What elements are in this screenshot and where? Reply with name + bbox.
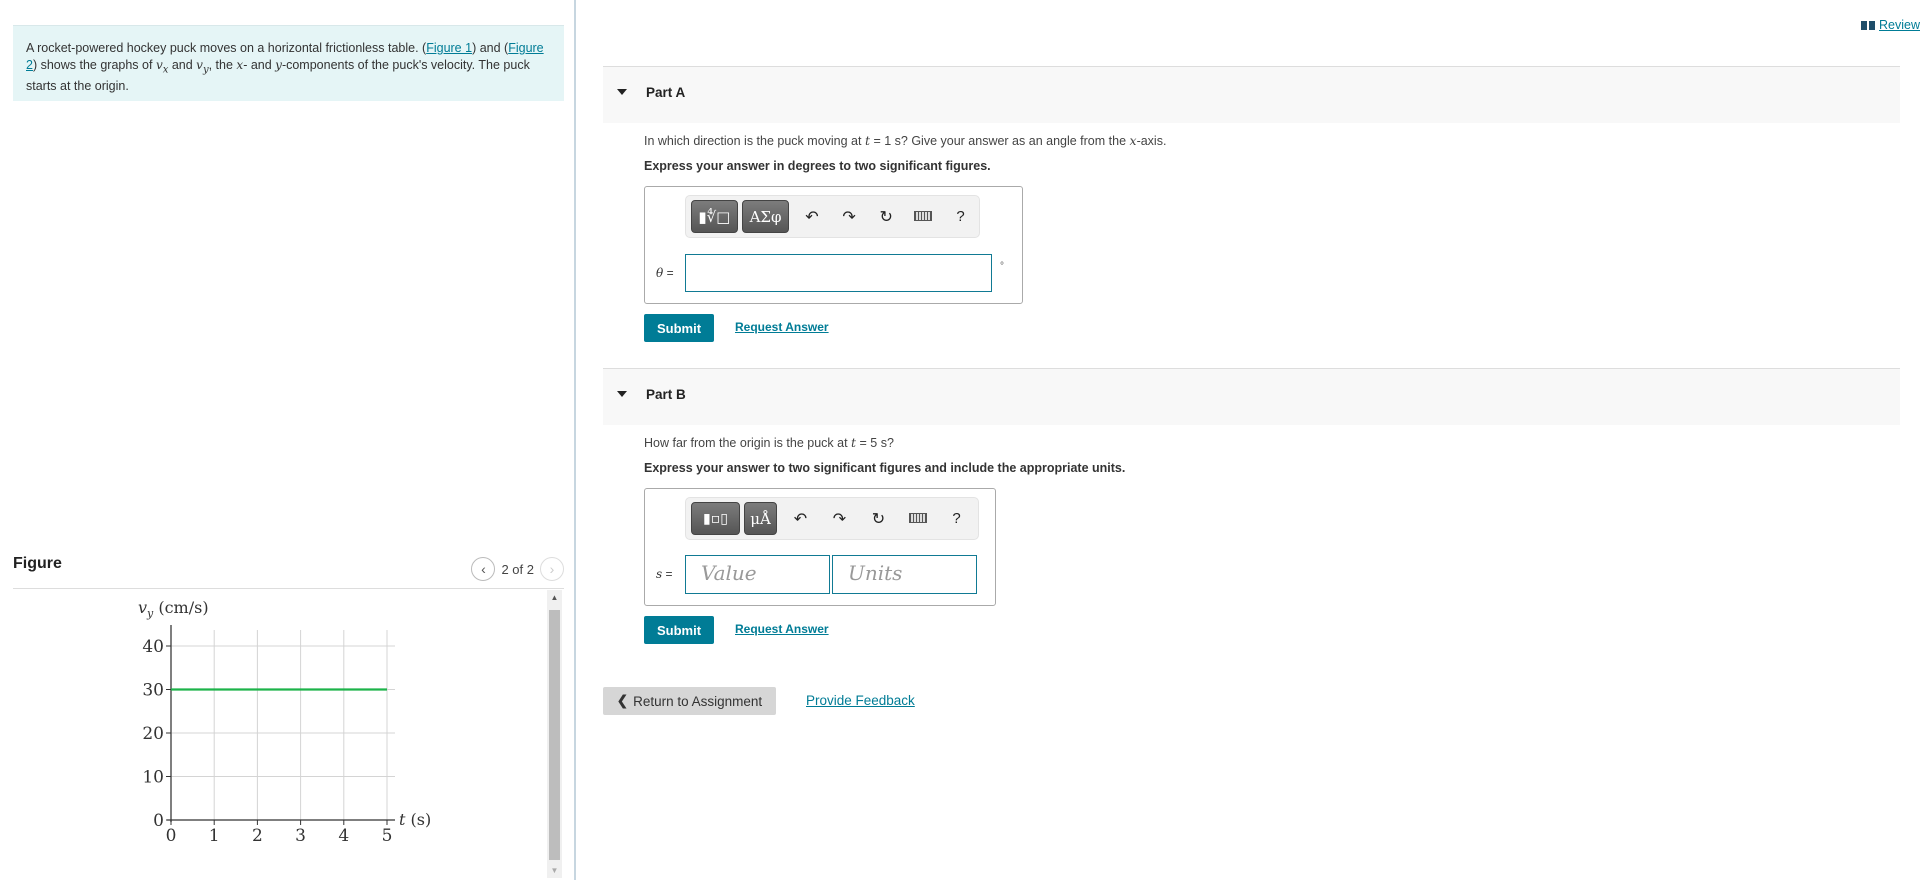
intro-text: ) and (: [472, 41, 509, 55]
review-link[interactable]: Review: [1861, 18, 1920, 32]
x-tick-label: 3: [295, 826, 306, 846]
provide-feedback-link[interactable]: Provide Feedback: [806, 693, 915, 708]
keyboard-icon[interactable]: [905, 208, 942, 226]
book-icon: [1861, 20, 1875, 30]
help-icon[interactable]: ?: [942, 208, 979, 225]
scroll-up-icon[interactable]: ▲: [547, 590, 562, 605]
keyboard-icon[interactable]: [898, 510, 937, 528]
degree-unit: °: [1000, 261, 1004, 272]
redo-icon[interactable]: ↷: [820, 509, 859, 529]
greek-symbols-button[interactable]: ΑΣφ: [741, 200, 790, 233]
chevron-left-icon: ❮: [616, 693, 629, 708]
theta-input[interactable]: [685, 254, 992, 292]
y-tick-label: 10: [142, 768, 164, 788]
x-axis-label: t (s): [399, 810, 431, 829]
redo-icon[interactable]: ↷: [831, 207, 868, 227]
x-tick-label: 2: [252, 826, 263, 846]
undo-icon[interactable]: ↶: [793, 207, 830, 227]
math-toolbar: ▮∜□ ΑΣφ ↶ ↷ ↻ ?: [685, 195, 980, 238]
figure-scrollbar[interactable]: ▲ ▼: [547, 590, 562, 878]
part-b-title: Part B: [646, 387, 686, 402]
chevron-left-icon[interactable]: ‹: [471, 557, 496, 581]
figure-page-count: 2 of 2: [501, 561, 534, 577]
figure-1-link[interactable]: Figure 1: [426, 41, 472, 55]
part-b-answer-box: ▮▫▯ μÅ ↶ ↷ ↻ ? s = Value Units: [644, 488, 996, 606]
intro-text: ) shows the graphs of: [32, 58, 156, 72]
figure-header: Figure ‹ 2 of 2 ›: [13, 555, 564, 589]
templates-button[interactable]: ▮▫▯: [691, 502, 740, 535]
y-tick-label: 20: [142, 724, 164, 744]
templates-button[interactable]: ▮∜□: [691, 200, 738, 233]
figure-title: Figure: [13, 555, 62, 572]
value-input[interactable]: Value: [685, 555, 830, 594]
x-tick-label: 1: [209, 826, 220, 846]
y-symbol: y: [275, 58, 282, 72]
intro-text: A rocket-powered hockey puck moves on a …: [26, 41, 427, 55]
scroll-thumb[interactable]: [549, 610, 560, 860]
part-a-instruction: Express your answer in degrees to two si…: [644, 159, 991, 173]
math-toolbar: ▮▫▯ μÅ ↶ ↷ ↻ ?: [685, 497, 979, 540]
vy-symbol: vy: [196, 58, 209, 76]
scroll-down-icon[interactable]: ▼: [547, 863, 562, 878]
units-input[interactable]: Units: [832, 555, 977, 594]
collapse-triangle-icon[interactable]: [617, 391, 627, 397]
part-b-question: How far from the origin is the puck at t…: [644, 435, 894, 450]
intro-text: and: [168, 58, 197, 72]
units-button[interactable]: μÅ: [744, 502, 777, 535]
return-label: Return to Assignment: [633, 693, 763, 709]
vx-symbol: vx: [155, 58, 169, 76]
y-axis-label: vy (cm/s): [138, 598, 209, 620]
collapse-triangle-icon[interactable]: [617, 89, 627, 95]
part-b-request-answer-link[interactable]: Request Answer: [735, 622, 829, 636]
part-b-submit-button[interactable]: Submit: [644, 616, 714, 644]
part-a-request-answer-link[interactable]: Request Answer: [735, 320, 829, 334]
part-b-instruction: Express your answer to two significant f…: [644, 461, 1126, 475]
intro-text: , the: [208, 58, 237, 72]
reset-icon[interactable]: ↻: [859, 509, 898, 529]
chevron-right-icon[interactable]: ›: [540, 557, 564, 581]
x-tick-label: 0: [166, 826, 177, 846]
y-tick-label: 40: [142, 637, 164, 657]
review-label: Review: [1879, 18, 1920, 32]
problem-intro: A rocket-powered hockey puck moves on a …: [13, 25, 564, 101]
intro-text: - and: [243, 58, 276, 72]
help-icon[interactable]: ?: [937, 510, 976, 527]
undo-icon[interactable]: ↶: [781, 509, 820, 529]
part-a-title: Part A: [646, 85, 686, 100]
y-tick-label: 30: [142, 681, 164, 701]
return-to-assignment-button[interactable]: ❮ Return to Assignment: [603, 687, 776, 715]
left-panel: A rocket-powered hockey puck moves on a …: [0, 0, 576, 880]
part-a-header[interactable]: Part A: [603, 66, 1900, 123]
theta-label: θ =: [656, 266, 674, 280]
x-tick-label: 5: [382, 826, 393, 846]
vy-chart: 0 10 20 30 40 0 1 2 3 4 5 vy (cm/s) t (s): [138, 598, 431, 846]
reset-icon[interactable]: ↻: [868, 207, 905, 227]
figure-pager: ‹ 2 of 2 ›: [471, 557, 564, 581]
y-tick-label: 0: [153, 811, 164, 831]
part-a-answer-box: ▮∜□ ΑΣφ ↶ ↷ ↻ ? θ = °: [644, 186, 1023, 304]
x-tick-label: 4: [338, 826, 349, 846]
part-b-header[interactable]: Part B: [603, 368, 1900, 425]
s-label: s =: [656, 567, 673, 581]
part-a-submit-button[interactable]: Submit: [644, 314, 714, 342]
part-a-question: In which direction is the puck moving at…: [644, 133, 1167, 148]
